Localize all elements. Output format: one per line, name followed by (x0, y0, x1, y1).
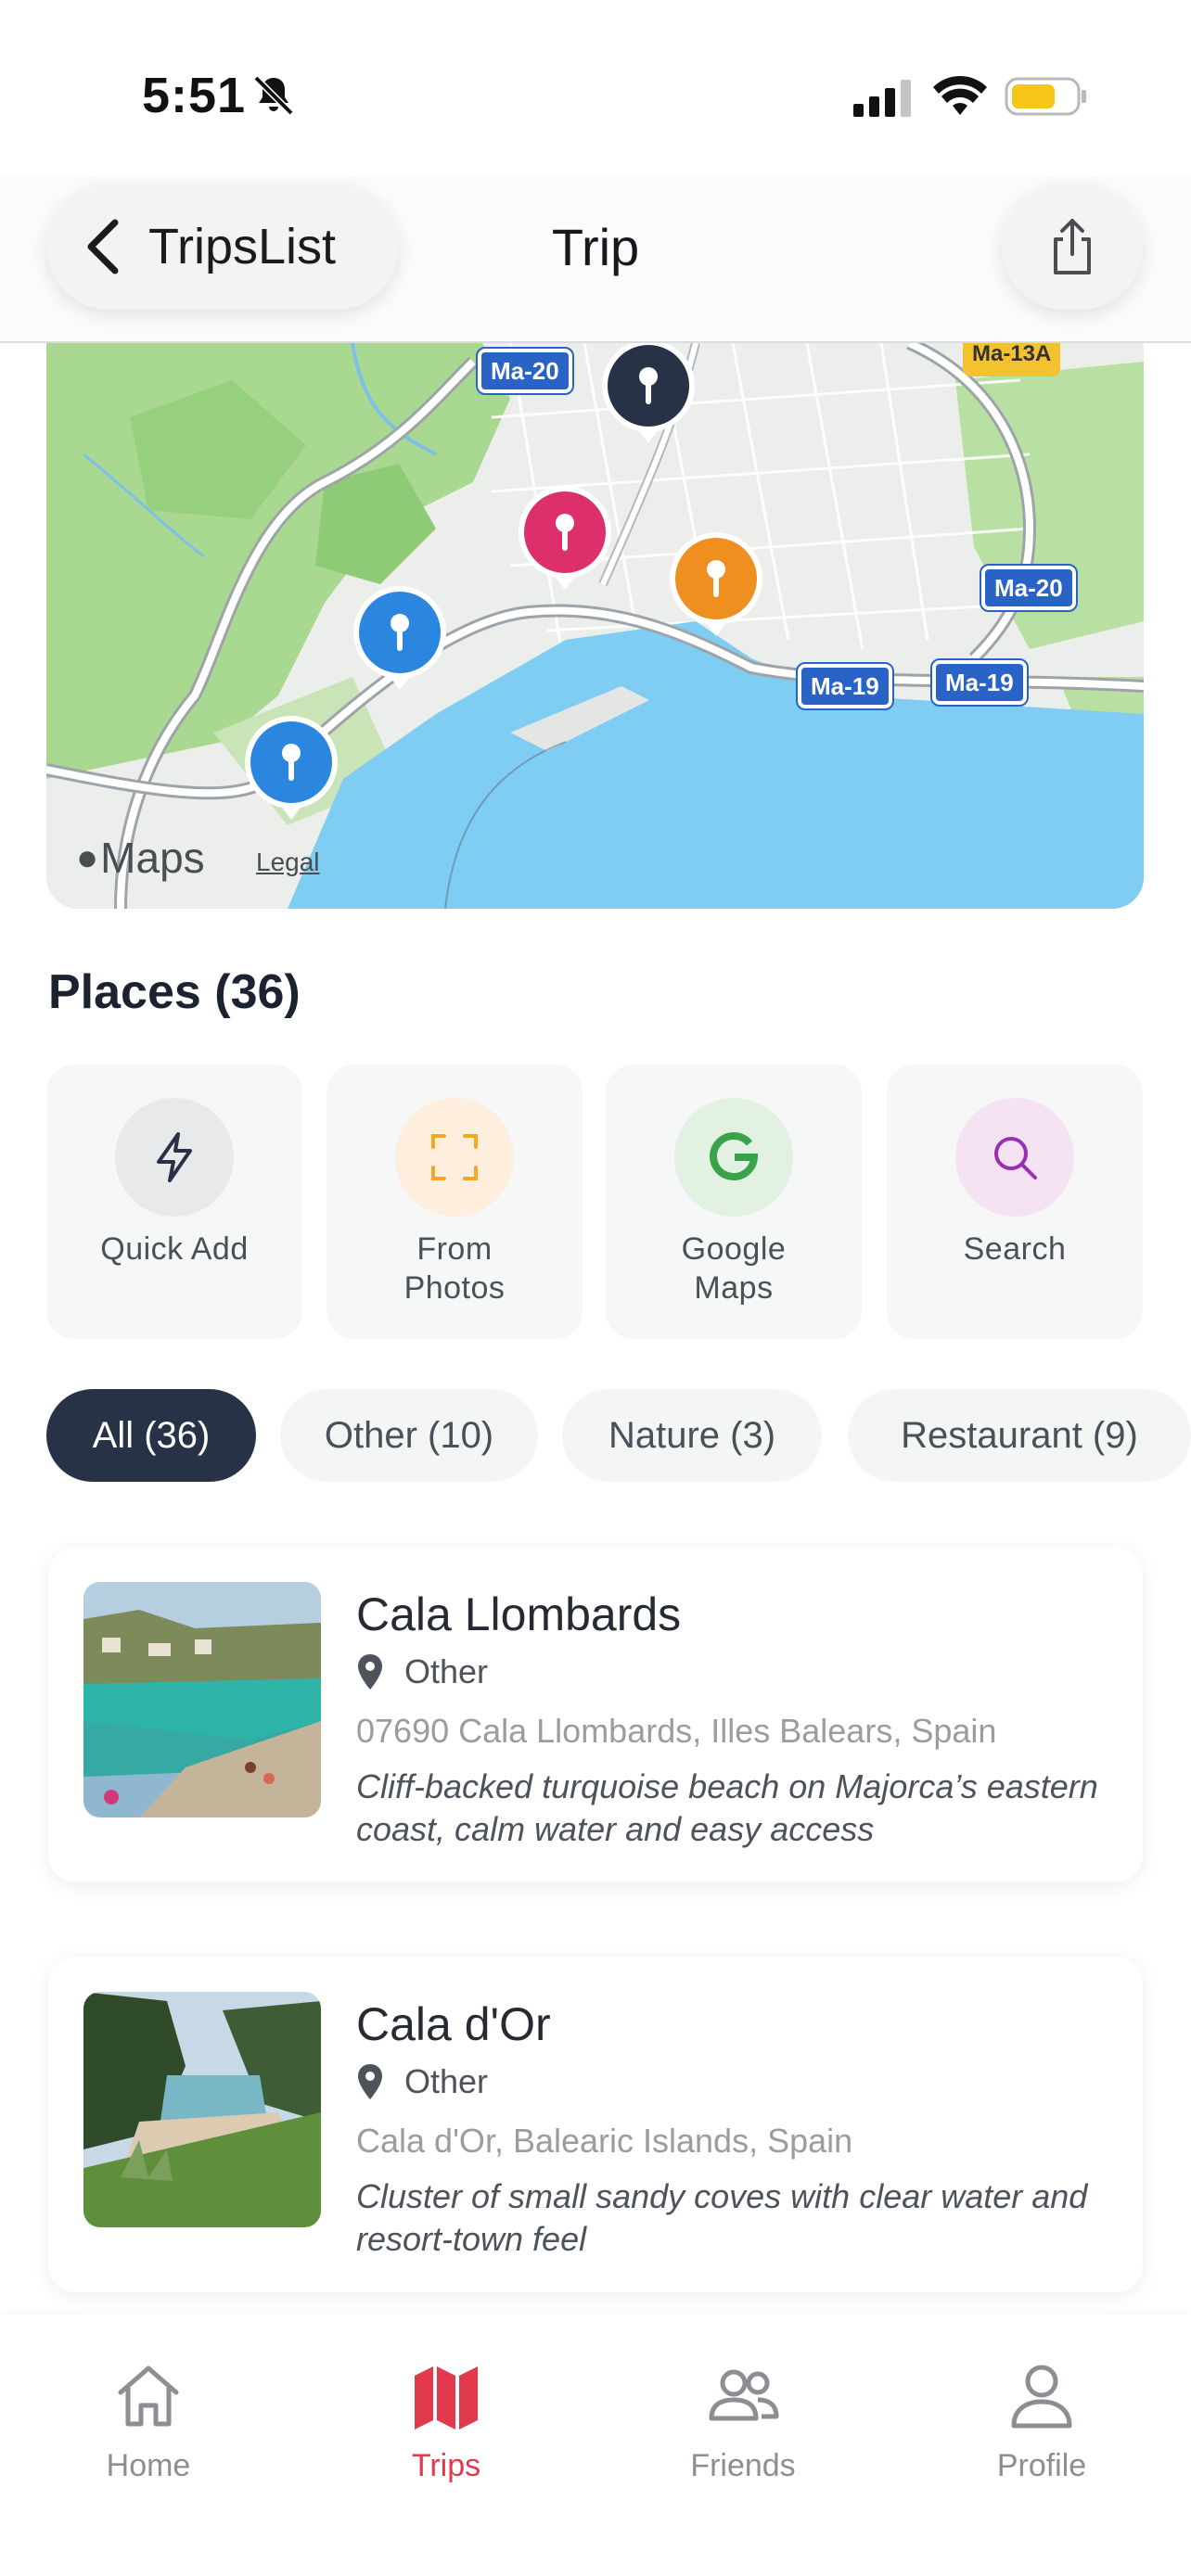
location-pin-icon (358, 2064, 382, 2099)
map-pin[interactable] (661, 529, 771, 647)
place-name: Cala d'Or (356, 1998, 551, 2050)
signal-icon (853, 80, 911, 117)
navigation-bar: TripsList Trip (0, 176, 1191, 343)
google-icon (710, 1132, 759, 1180)
map-pin[interactable] (594, 343, 703, 454)
apple-maps-logo: ● Maps (76, 833, 205, 883)
tab-label: Friends (690, 2448, 796, 2483)
add-place-actions: Quick Add From Photos Google Maps Search (46, 1065, 1191, 1339)
place-category-label: Other (404, 2062, 489, 2100)
road-label: Ma-19 (796, 662, 894, 710)
place-category: Other (356, 2062, 488, 2101)
search-icon (994, 1137, 1037, 1180)
apple-icon: ● (76, 836, 99, 878)
bell-off-icon (253, 75, 294, 116)
place-photo (83, 1582, 321, 1817)
road-label: Ma-20 (980, 564, 1078, 612)
quick-add-button[interactable]: Quick Add (46, 1065, 302, 1339)
map-icon (415, 2366, 478, 2429)
road-label: Ma-13A (963, 343, 1061, 376)
road-label: Ma-19 (930, 658, 1029, 707)
location-pin-icon (358, 1654, 382, 1690)
place-card[interactable]: Cala Llombards Other 07690 Cala Llombard… (48, 1547, 1143, 1882)
tab-label: Profile (996, 2448, 1087, 2483)
trip-map[interactable]: Ma-20 Ma-13A Ma-20 Ma-19 Ma-19 ● Maps Le… (46, 343, 1144, 909)
map-pin[interactable] (345, 582, 455, 701)
filter-chip-nature[interactable]: Nature (3) (562, 1389, 822, 1482)
place-category-label: Other (404, 1652, 489, 1690)
place-address: 07690 Cala Llombards, Illes Balears, Spa… (356, 1712, 997, 1750)
tab-bar: Home Trips Friends Profile (0, 2315, 1191, 2576)
action-label: Google Maps (681, 1231, 787, 1306)
tab-label: Trips (411, 2448, 481, 2483)
map-pin[interactable] (510, 482, 620, 601)
tab-label: Home (106, 2448, 191, 2483)
category-filters: All (36) Other (10) Nature (3) Restauran… (46, 1389, 1191, 1482)
filter-chip-all[interactable]: All (36) (46, 1389, 256, 1482)
place-address: Cala d'Or, Balearic Islands, Spain (356, 2122, 853, 2160)
action-label: Search (963, 1231, 1067, 1267)
places-heading: Places (36) (48, 965, 301, 1019)
place-description: Cliff-backed turquoise beach on Majorca’… (356, 1767, 1098, 1848)
place-name: Cala Llombards (356, 1588, 682, 1640)
home-icon (118, 2366, 179, 2427)
legal-link[interactable]: Legal (256, 848, 320, 877)
profile-icon (1011, 2365, 1072, 2429)
tab-friends[interactable]: Friends (650, 2359, 836, 2484)
friends-icon (709, 2369, 779, 2421)
tab-profile[interactable]: Profile (949, 2359, 1134, 2484)
status-bar: 5:51 (0, 0, 1191, 176)
action-label: Quick Add (100, 1231, 249, 1267)
filter-chip-other[interactable]: Other (10) (280, 1389, 538, 1482)
action-label: From Photos (403, 1231, 506, 1306)
tab-trips[interactable]: Trips (353, 2359, 539, 2484)
status-time: 5:51 (142, 68, 247, 123)
search-button[interactable]: Search (887, 1065, 1143, 1339)
share-button[interactable] (1002, 184, 1143, 310)
wifi-icon (933, 75, 987, 115)
maps-logo-text: Maps (100, 834, 205, 882)
battery-icon (1005, 77, 1086, 116)
lightning-icon (157, 1132, 192, 1182)
share-icon (1054, 219, 1091, 274)
action-icon-circle (674, 1098, 793, 1217)
tab-home[interactable]: Home (56, 2359, 241, 2484)
from-photos-button[interactable]: From Photos (327, 1065, 583, 1339)
map-pin[interactable] (237, 712, 346, 831)
action-icon-circle (395, 1098, 514, 1217)
place-card[interactable]: Cala d'Or Other Cala d'Or, Balearic Isla… (48, 1957, 1143, 2292)
action-icon-circle (115, 1098, 234, 1217)
place-category: Other (356, 1652, 488, 1691)
place-photo (83, 1992, 321, 2227)
google-maps-button[interactable]: Google Maps (606, 1065, 862, 1339)
action-icon-circle (955, 1098, 1074, 1217)
road-label: Ma-20 (476, 347, 574, 395)
scan-icon (431, 1134, 478, 1180)
filter-chip-restaurant[interactable]: Restaurant (9) (848, 1389, 1191, 1482)
place-description: Cluster of small sandy coves with clear … (356, 2177, 1088, 2258)
